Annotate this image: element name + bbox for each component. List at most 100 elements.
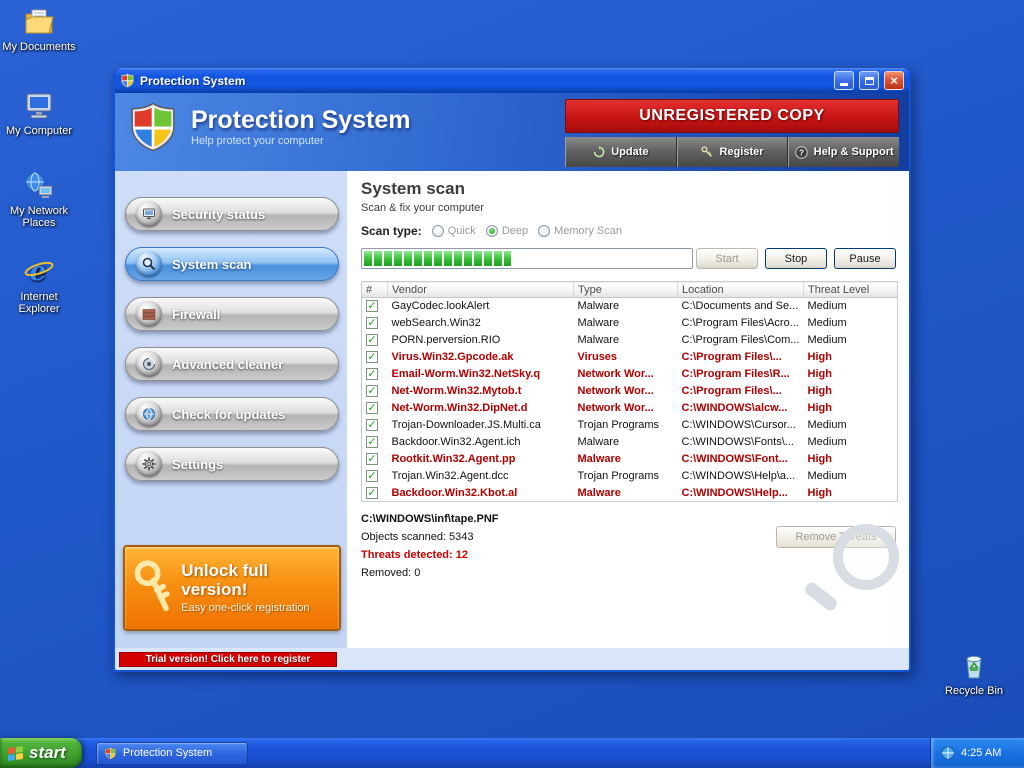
table-row[interactable]: ✓Trojan-Downloader.JS.Multi.caTrojan Pro… (362, 417, 898, 434)
page-subtitle: Scan & fix your computer (361, 202, 896, 214)
threats-detected: Threats detected: 12 (361, 549, 896, 561)
desktop-icon-label: Recycle Bin (945, 685, 1003, 697)
register-key-icon (701, 146, 713, 158)
sidebar-item-security-status[interactable]: Security status (125, 197, 339, 231)
checked-checkbox-icon[interactable]: ✓ (366, 487, 378, 499)
threat-level-cell: High (804, 451, 898, 468)
location-cell: C:\Documents and Se... (678, 298, 804, 315)
radio-quick-icon (432, 225, 444, 237)
table-row[interactable]: ✓Backdoor.Win32.Kbot.alMalwareC:\WINDOWS… (362, 485, 898, 502)
vendor-cell: webSearch.Win32 (388, 315, 574, 332)
register-button[interactable]: Register (677, 137, 789, 167)
table-row[interactable]: ✓Email-Worm.Win32.NetSky.qNetwork Wor...… (362, 366, 898, 383)
trial-register-banner[interactable]: Trial version! Click here to register (119, 652, 337, 667)
col-number[interactable]: # (362, 282, 388, 298)
windows-flag-icon (8, 745, 23, 760)
sidebar-item-firewall[interactable]: Firewall (125, 297, 339, 331)
col-type[interactable]: Type (574, 282, 678, 298)
minimize-icon (840, 83, 848, 86)
register-label: Register (719, 146, 763, 158)
type-cell: Trojan Programs (574, 417, 678, 434)
table-row[interactable]: ✓Trojan.Win32.Agent.dccTrojan ProgramsC:… (362, 468, 898, 485)
my-computer-icon (22, 90, 56, 122)
check-for-updates-icon (136, 401, 162, 427)
unlock-full-version-banner[interactable]: Unlock full version! Easy one-click regi… (123, 545, 341, 631)
checked-checkbox-icon[interactable]: ✓ (366, 334, 378, 346)
tray-network-icon[interactable] (941, 746, 955, 760)
desktop-icon-my-documents[interactable]: My Documents (0, 6, 78, 53)
radio-deep[interactable]: Deep (486, 225, 528, 237)
checkbox-cell: ✓ (362, 451, 388, 468)
vendor-cell: Backdoor.Win32.Kbot.al (388, 485, 574, 502)
checked-checkbox-icon[interactable]: ✓ (366, 470, 378, 482)
pause-button[interactable]: Pause (834, 248, 896, 269)
vendor-cell: PORN.perversion.RIO (388, 332, 574, 349)
table-row[interactable]: ✓Net-Worm.Win32.DipNet.dNetwork Wor...C:… (362, 400, 898, 417)
checked-checkbox-icon[interactable]: ✓ (366, 368, 378, 380)
desktop-icon-recycle-bin[interactable]: Recycle Bin (935, 650, 1013, 697)
checked-checkbox-icon[interactable]: ✓ (366, 453, 378, 465)
update-button[interactable]: Update (565, 137, 677, 167)
col-vendor[interactable]: Vendor (388, 282, 574, 298)
maximize-button[interactable] (859, 71, 879, 90)
sidebar-item-advanced-cleaner[interactable]: Advanced cleaner (125, 347, 339, 381)
radio-quick-label: Quick (448, 225, 476, 237)
close-button[interactable]: × (884, 71, 904, 90)
taskbar-task-protection-system[interactable]: Protection System (96, 742, 248, 765)
radio-memory-scan[interactable]: Memory Scan (538, 225, 622, 237)
location-cell: C:\WINDOWS\Font... (678, 451, 804, 468)
sidebar-item-check-for-updates[interactable]: Check for updates (125, 397, 339, 431)
table-row[interactable]: ✓webSearch.Win32MalwareC:\Program Files\… (362, 315, 898, 332)
checked-checkbox-icon[interactable]: ✓ (366, 351, 378, 363)
desktop-icon-my-computer[interactable]: My Computer (0, 90, 78, 137)
vendor-cell: GayCodec.lookAlert (388, 298, 574, 315)
checked-checkbox-icon[interactable]: ✓ (366, 419, 378, 431)
threat-level-cell: High (804, 349, 898, 366)
remove-threats-button[interactable]: Remove Threats (776, 526, 896, 548)
desktop-icon-my-network-places[interactable]: My Network Places (0, 170, 78, 229)
table-row[interactable]: ✓Net-Worm.Win32.Mytob.tNetwork Wor...C:\… (362, 383, 898, 400)
unlock-title: Unlock full version! (181, 562, 333, 599)
col-location[interactable]: Location (678, 282, 804, 298)
app-header: Protection System Help protect your comp… (115, 93, 909, 171)
checkbox-cell: ✓ (362, 485, 388, 502)
location-cell: C:\Program Files\Com... (678, 332, 804, 349)
checked-checkbox-icon[interactable]: ✓ (366, 402, 378, 414)
start-button[interactable]: Start (696, 248, 758, 269)
window-bottom-strip: Trial version! Click here to register (115, 648, 909, 670)
checkbox-cell: ✓ (362, 383, 388, 400)
radio-quick[interactable]: Quick (432, 225, 476, 237)
table-row[interactable]: ✓Virus.Win32.Gpcode.akVirusesC:\Program … (362, 349, 898, 366)
location-cell: C:\Program Files\... (678, 383, 804, 400)
start-button-taskbar[interactable]: start (0, 738, 82, 768)
scan-control-buttons: Start Stop Pause (696, 248, 896, 269)
desktop-icon-internet-explorer[interactable]: e Internet Explorer (0, 256, 78, 315)
col-threat-level[interactable]: Threat Level (804, 282, 898, 298)
my-network-places-icon (22, 170, 56, 202)
checked-checkbox-icon[interactable]: ✓ (366, 385, 378, 397)
table-row[interactable]: ✓Backdoor.Win32.Agent.ichMalwareC:\WINDO… (362, 434, 898, 451)
internet-explorer-icon: e (22, 256, 56, 288)
checked-checkbox-icon[interactable]: ✓ (366, 300, 378, 312)
sidebar-item-system-scan[interactable]: System scan (125, 247, 339, 281)
window-body: Protection System Help protect your comp… (115, 93, 909, 670)
sidebar-item-settings[interactable]: Settings (125, 447, 339, 481)
type-cell: Malware (574, 332, 678, 349)
table-row[interactable]: ✓Rootkit.Win32.Agent.ppMalwareC:\WINDOWS… (362, 451, 898, 468)
advanced-cleaner-icon (136, 351, 162, 377)
help-support-button[interactable]: ? Help & Support (788, 137, 899, 167)
checked-checkbox-icon[interactable]: ✓ (366, 317, 378, 329)
table-row[interactable]: ✓ PORN.perversion.RIOMalwareC:\Program Fi… (362, 332, 898, 349)
type-cell: Malware (574, 451, 678, 468)
start-label: start (29, 743, 66, 763)
clock[interactable]: 4:25 AM (961, 747, 1001, 759)
table-row[interactable]: ✓GayCodec.lookAlertMalwareC:\Documents a… (362, 298, 898, 315)
vendor-cell: Trojan.Win32.Agent.dcc (388, 468, 574, 485)
window-titlebar[interactable]: Protection System × (115, 68, 909, 93)
vendor-cell: Virus.Win32.Gpcode.ak (388, 349, 574, 366)
stop-button[interactable]: Stop (765, 248, 827, 269)
location-cell: C:\WINDOWS\Fonts\... (678, 434, 804, 451)
threat-level-cell: Medium (804, 434, 898, 451)
minimize-button[interactable] (834, 71, 854, 90)
checked-checkbox-icon[interactable]: ✓ (366, 436, 378, 448)
